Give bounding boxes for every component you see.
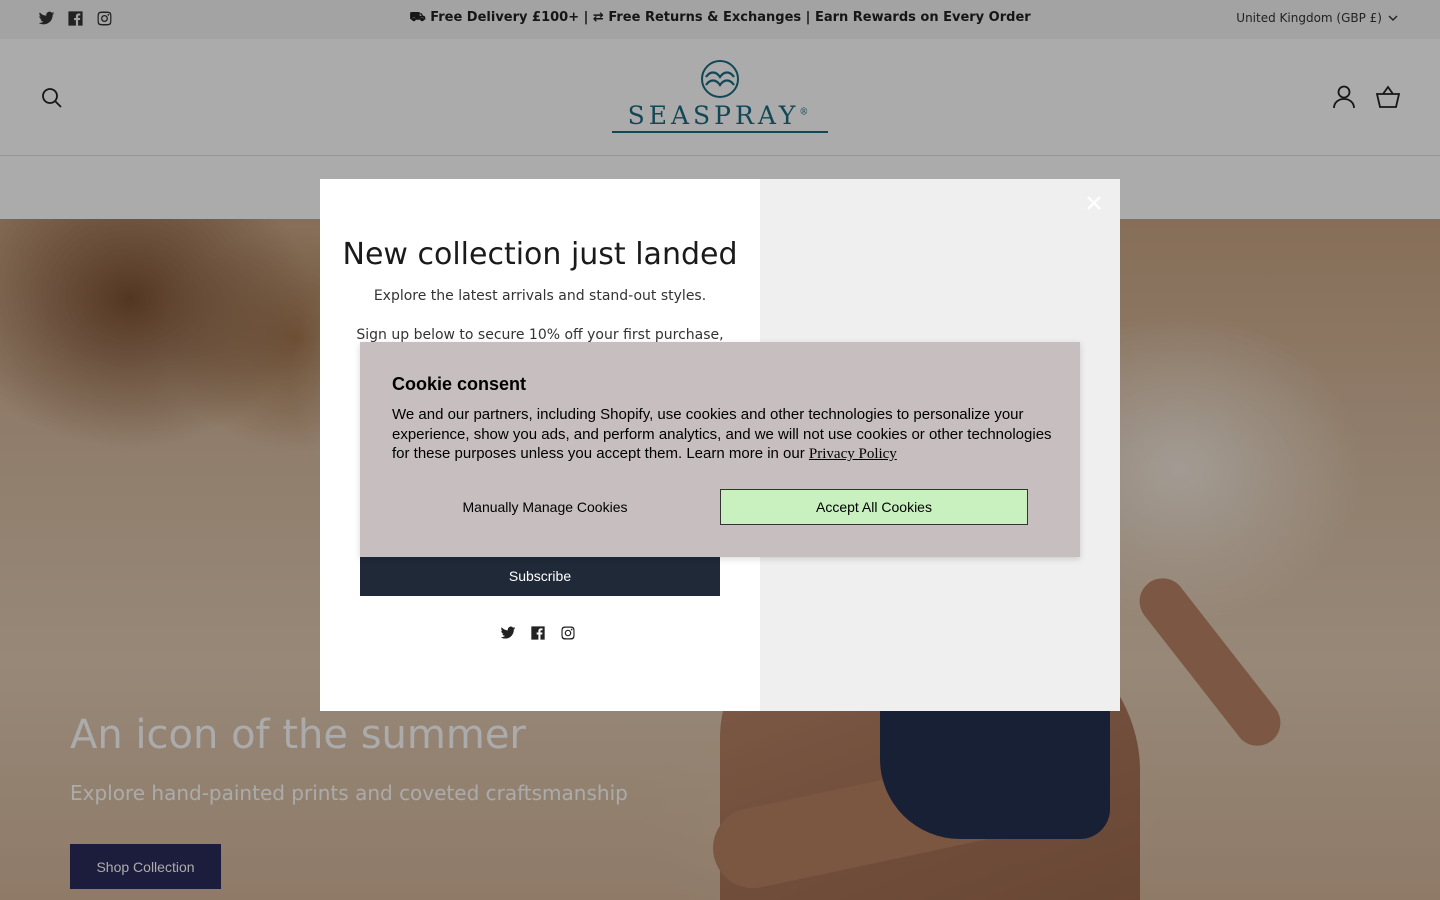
instagram-icon[interactable] xyxy=(560,625,576,641)
privacy-policy-link[interactable]: Privacy Policy xyxy=(809,446,897,462)
close-icon[interactable] xyxy=(1082,191,1106,215)
cookie-text: We and our partners, including Shopify, … xyxy=(392,405,1052,465)
accept-cookies-button[interactable]: Accept All Cookies xyxy=(720,489,1028,525)
popup-description: Explore the latest arrivals and stand-ou… xyxy=(373,288,707,304)
twitter-icon[interactable] xyxy=(500,625,516,641)
cookie-consent-banner: Cookie consent We and our partners, incl… xyxy=(360,342,1080,557)
popup-title: New collection just landed xyxy=(342,237,738,272)
cookie-title: Cookie consent xyxy=(392,374,527,394)
subscribe-button[interactable]: Subscribe xyxy=(360,555,720,596)
popup-social-links xyxy=(500,625,576,641)
facebook-icon[interactable] xyxy=(530,625,546,641)
manage-cookies-button[interactable]: Manually Manage Cookies xyxy=(392,489,698,525)
cookie-body: We and our partners, including Shopify, … xyxy=(392,406,1052,462)
popup-offer-text: Sign up below to secure 10% off your fir… xyxy=(356,327,724,343)
